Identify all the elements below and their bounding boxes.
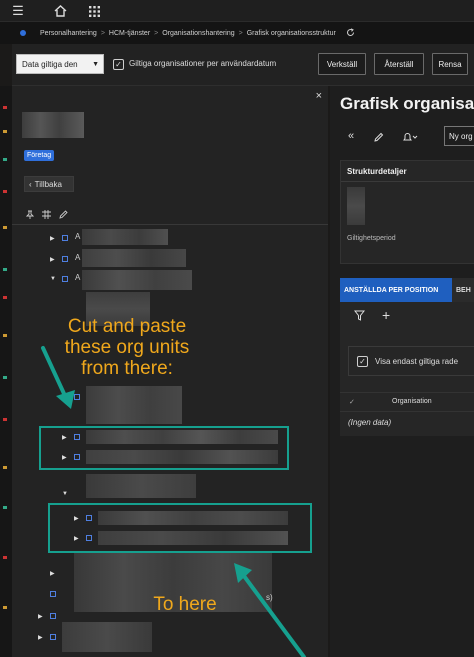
new-org-button[interactable]: Ny org	[444, 126, 474, 146]
tab-beh[interactable]: BEH	[452, 278, 474, 302]
company-indicator-icon	[20, 30, 26, 36]
org-tree-panel: × Företag ‹ Tillbaka ▶ A ▶ A ▼ A ▶ ▶ ▶ ▼	[12, 86, 328, 657]
breadcrumb-item[interactable]: HCM-tjänster	[109, 30, 150, 37]
add-icon[interactable]: +	[382, 307, 390, 323]
divider	[341, 181, 474, 182]
left-rail	[0, 86, 12, 657]
reset-button[interactable]: Återställ	[374, 53, 424, 75]
home-icon[interactable]	[50, 0, 70, 22]
column-header-organisation[interactable]: Organisation	[392, 398, 432, 405]
top-navigation-bar: ☰	[0, 0, 474, 22]
valid-orgs-checkbox-label: Giltiga organisationer per användardatum	[129, 59, 277, 68]
hamburger-menu-icon[interactable]: ☰	[8, 0, 28, 22]
breadcrumb-item[interactable]: Organisationshantering	[162, 30, 234, 37]
validity-date-select[interactable]: Data giltiga den ▼	[16, 54, 104, 74]
breadcrumb-separator: >	[154, 29, 159, 37]
structure-details-card: Strukturdetaljer Giltighetsperiod	[340, 160, 474, 264]
tab-employees-per-position[interactable]: ANSTÄLLDA PER POSITION	[340, 278, 452, 302]
validity-date-select-value: Data giltiga den	[22, 59, 78, 69]
empty-grid-message: (Ingen data)	[348, 418, 392, 427]
card-title: Strukturdetaljer	[347, 167, 407, 176]
org-details-panel: Grafisk organisa « Ny org Strukturdetalj…	[330, 86, 474, 657]
breadcrumb-separator: >	[238, 29, 243, 37]
tab-bar: ANSTÄLLDA PER POSITION BEH	[340, 278, 474, 302]
page-title: Grafisk organisa	[340, 94, 474, 113]
filter-icon[interactable]	[353, 310, 366, 324]
grid-header: ✓ Organisation	[340, 392, 474, 412]
annotation-arrows	[41, 346, 306, 657]
refresh-icon[interactable]	[346, 27, 355, 39]
app-grid-icon[interactable]	[84, 0, 104, 22]
redacted-detail	[347, 187, 365, 225]
apply-button[interactable]: Verkställ	[318, 53, 366, 75]
collapse-panel-icon[interactable]: «	[348, 130, 354, 142]
down-arrow-icon	[41, 346, 75, 409]
up-arrow-icon	[234, 563, 306, 657]
breadcrumb: Personalhantering > HCM-tjänster > Organ…	[0, 22, 474, 44]
breadcrumb-item[interactable]: Personalhantering	[40, 30, 97, 37]
valid-rows-filter: ✓ Visa endast giltiga rade	[348, 346, 474, 376]
validity-period-label: Giltighetsperiod	[347, 235, 396, 242]
valid-orgs-checkbox[interactable]: ✓	[113, 59, 124, 70]
bell-icon[interactable]	[402, 132, 418, 145]
breadcrumb-separator: >	[100, 29, 105, 37]
valid-rows-checkbox[interactable]: ✓	[357, 356, 368, 367]
breadcrumb-item[interactable]: Grafisk organisationsstruktur	[247, 30, 336, 37]
employees-grid: + ✓ Visa endast giltiga rade ✓ Organisat…	[340, 302, 474, 436]
valid-rows-label: Visa endast giltiga rade	[375, 357, 459, 366]
edit-pencil-icon[interactable]	[374, 132, 384, 145]
chevron-down-icon: ▼	[92, 60, 99, 68]
action-bar: Data giltiga den ▼ ✓ Giltiga organisatio…	[12, 44, 474, 86]
clear-button[interactable]: Rensa	[432, 53, 468, 75]
select-all-check-icon[interactable]: ✓	[349, 398, 355, 406]
